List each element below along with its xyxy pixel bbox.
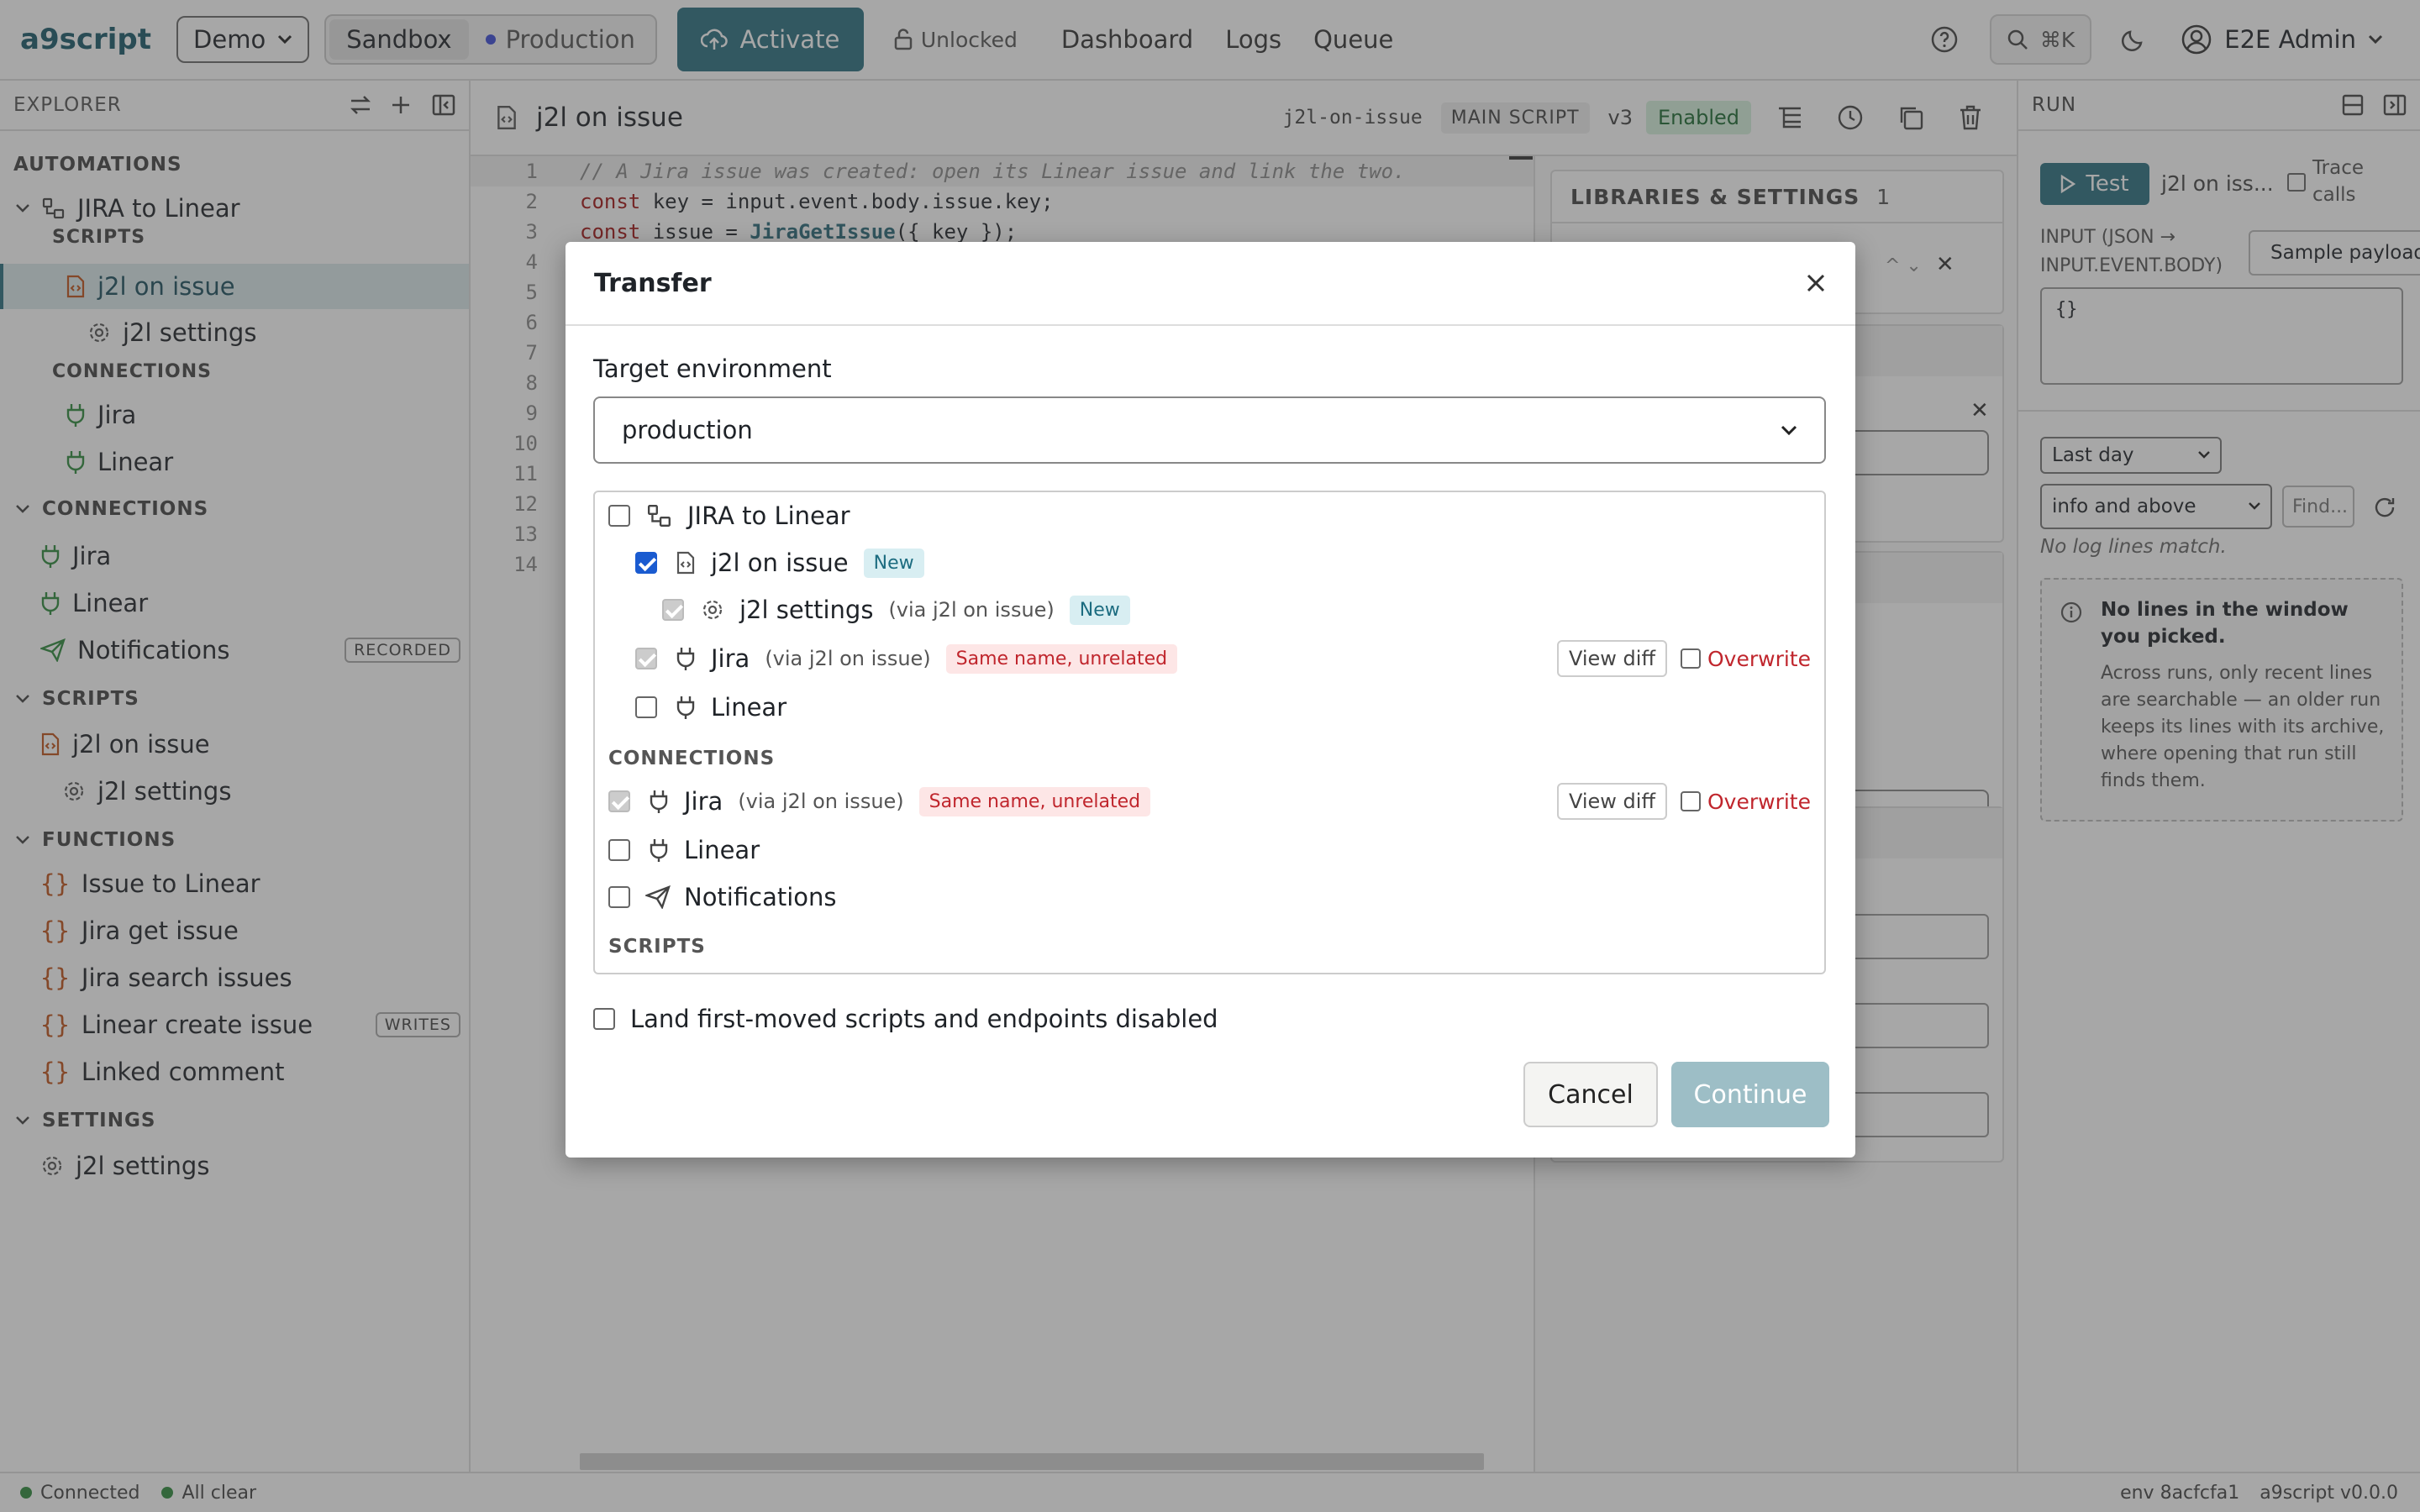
overwrite-label: Overwrite [1707,646,1811,671]
tree-row-script: j2l on issue New [595,539,1824,586]
item-checkbox [662,599,684,621]
transfer-item-tree: JIRA to Linear j2l on issue New j2l sett… [593,491,1826,974]
gear-icon [702,600,723,620]
item-label: j2l on issue [711,549,849,577]
item-label: Jira [684,787,723,816]
continue-label: Continue [1693,1079,1807,1110]
plug-icon [650,839,668,862]
target-environment-value: production [622,416,753,444]
dialog-title: Transfer [594,268,712,298]
via-note: (via j2l on issue) [888,598,1055,622]
tree-row-jira: Jira (via j2l on issue) Same name, unrel… [595,635,1824,682]
chevron-down-icon [1781,425,1797,435]
close-icon[interactable] [1805,272,1827,294]
tree-row-linear: Linear [595,684,1824,731]
cancel-button[interactable]: Cancel [1523,1062,1658,1127]
plug-icon [650,790,668,813]
via-note: (via j2l on issue) [765,647,931,670]
view-diff-button[interactable]: View diff [1556,640,1667,677]
item-checkbox[interactable] [635,552,657,574]
item-label: Notifications [684,883,837,911]
target-environment-select[interactable]: production [593,396,1826,464]
tree-section-scripts: SCRIPTS [608,936,706,958]
workflow-icon [647,505,671,527]
via-note: (via j2l on issue) [738,790,904,813]
item-label: Jira [711,644,750,673]
item-label: Linear [711,693,787,722]
tree-row-conn-linear: Linear [595,827,1824,874]
tree-row-automation: JIRA to Linear [595,492,1824,539]
land-disabled-checkbox[interactable] [593,1008,615,1030]
new-badge: New [863,548,924,578]
overwrite-toggle[interactable]: Overwrite [1681,790,1811,814]
overwrite-checkbox[interactable] [1681,648,1701,669]
plug-icon [676,696,695,719]
cancel-label: Cancel [1548,1079,1634,1110]
overwrite-toggle[interactable]: Overwrite [1681,647,1811,671]
item-checkbox[interactable] [608,839,630,861]
target-environment-label: Target environment [593,354,832,383]
view-diff-button[interactable]: View diff [1556,783,1667,820]
dialog-header: Transfer [566,242,1855,326]
plug-icon [676,648,695,670]
conflict-badge: Same name, unrelated [945,643,1178,674]
land-disabled-option[interactable]: Land first-moved scripts and endpoints d… [593,1005,1218,1033]
item-label: Linear [684,836,760,864]
item-checkbox [635,648,657,669]
script-file-icon [676,551,695,575]
transfer-dialog: Transfer Target environment production J… [566,242,1855,1158]
continue-button[interactable]: Continue [1671,1062,1829,1127]
conflict-badge: Same name, unrelated [918,786,1151,816]
item-checkbox [608,790,630,812]
overwrite-checkbox[interactable] [1681,791,1701,811]
tree-row-conn-jira: Jira (via j2l on issue) Same name, unrel… [595,778,1824,825]
item-checkbox[interactable] [608,505,630,527]
tree-row-settings: j2l settings (via j2l on issue) New [595,586,1824,633]
item-label: JIRA to Linear [687,501,850,530]
item-checkbox[interactable] [635,696,657,718]
tree-row-conn-notifications: Notifications [595,874,1824,921]
tree-section-connections: CONNECTIONS [608,748,776,769]
land-disabled-label: Land first-moved scripts and endpoints d… [630,1005,1218,1033]
new-badge: New [1069,595,1130,625]
overwrite-label: Overwrite [1707,789,1811,814]
item-checkbox[interactable] [608,886,630,908]
item-label: j2l settings [739,596,874,624]
send-icon [645,885,671,909]
